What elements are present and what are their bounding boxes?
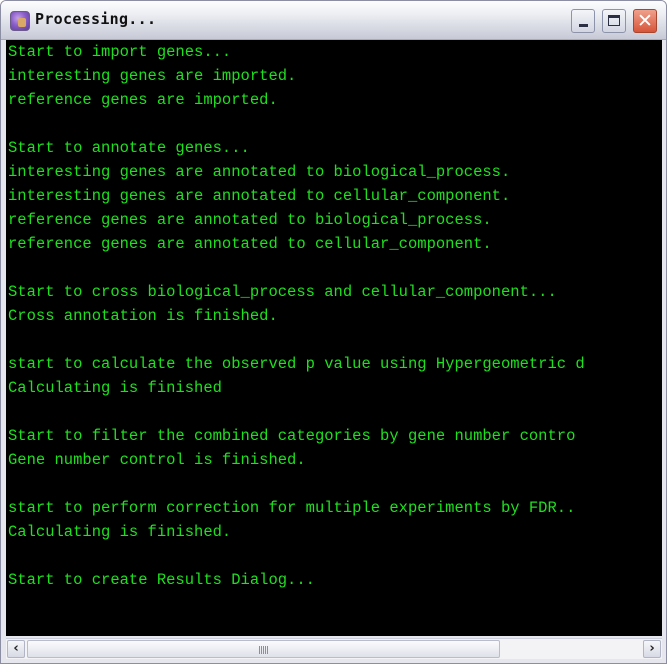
grip-icon bbox=[258, 646, 269, 654]
title-bar[interactable]: Processing... ✕ bbox=[1, 1, 666, 40]
console-line: start to perform correction for multiple… bbox=[8, 499, 576, 517]
scroll-left-button[interactable]: ‹ bbox=[7, 640, 25, 658]
console-output: Start to import genes... interesting gene… bbox=[6, 40, 662, 636]
console-line: Calculating is finished bbox=[8, 379, 222, 397]
app-icon bbox=[10, 11, 30, 31]
console-line: Start to annotate genes... bbox=[8, 139, 250, 157]
console-line: Start to import genes... bbox=[8, 43, 232, 61]
console-line: Start to filter the combined categories … bbox=[8, 427, 576, 445]
scroll-right-button[interactable]: › bbox=[643, 640, 661, 658]
console-line: reference genes are annotated to cellula… bbox=[8, 235, 492, 253]
console-line: Gene number control is finished. bbox=[8, 451, 306, 469]
maximize-icon bbox=[608, 15, 620, 26]
chevron-left-icon: ‹ bbox=[13, 641, 19, 656]
minimize-button[interactable] bbox=[571, 9, 595, 33]
window-title: Processing... bbox=[35, 10, 157, 28]
horizontal-scrollbar[interactable]: ‹ › bbox=[6, 638, 662, 659]
processing-window: Processing... ✕ Start to import genes...… bbox=[0, 0, 667, 664]
console-line: interesting genes are annotated to biolo… bbox=[8, 163, 511, 181]
console-line: reference genes are annotated to biologi… bbox=[8, 211, 492, 229]
close-button[interactable]: ✕ bbox=[633, 9, 657, 33]
minimize-icon bbox=[579, 24, 588, 27]
chevron-right-icon: › bbox=[649, 641, 655, 656]
console-line: Cross annotation is finished. bbox=[8, 307, 278, 325]
console-line: interesting genes are imported. bbox=[8, 67, 297, 85]
console-line: start to calculate the observed p value … bbox=[8, 355, 585, 373]
console-line: Calculating is finished. bbox=[8, 523, 232, 541]
console-line: reference genes are imported. bbox=[8, 91, 278, 109]
console-line: interesting genes are annotated to cellu… bbox=[8, 187, 511, 205]
close-icon: ✕ bbox=[637, 10, 653, 32]
maximize-button[interactable] bbox=[602, 9, 626, 33]
console-line: Start to create Results Dialog... bbox=[8, 571, 315, 589]
scrollbar-thumb[interactable] bbox=[27, 640, 500, 658]
console-line: Start to cross biological_process and ce… bbox=[8, 283, 557, 301]
